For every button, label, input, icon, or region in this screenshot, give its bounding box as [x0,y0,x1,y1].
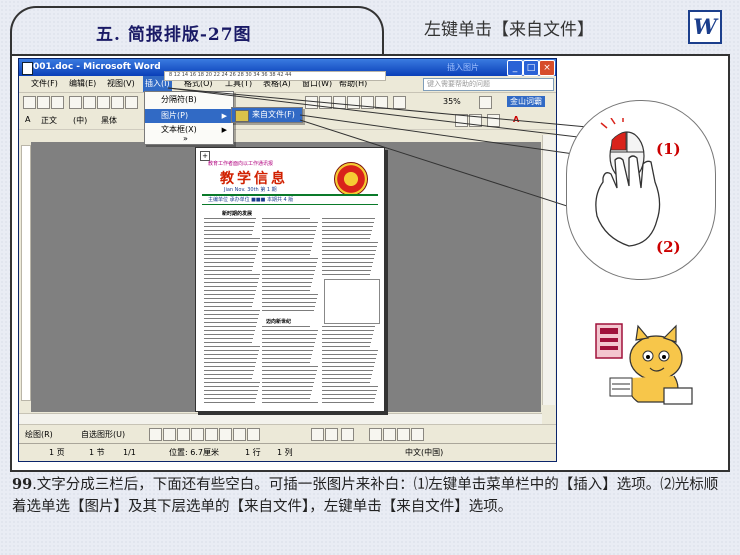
callout-label-2: (2) [656,238,681,256]
callout-line-1b [167,87,599,129]
callout-label-1: (1) [656,140,681,158]
mouse-hand-icon [595,118,661,247]
step-caption: 99.文字分成三栏后，下面还有些空白。可插一张图片来补白：⑴左键单击菜单栏中的【… [12,474,730,518]
callout-line-1 [167,87,629,144]
step-number: 99 [12,476,33,493]
cartoon-cat-clipart [595,323,693,405]
step-text: .文字分成三栏后，下面还有些空白。可插一张图片来补白：⑴左键单击菜单栏中的【插入… [12,477,719,515]
